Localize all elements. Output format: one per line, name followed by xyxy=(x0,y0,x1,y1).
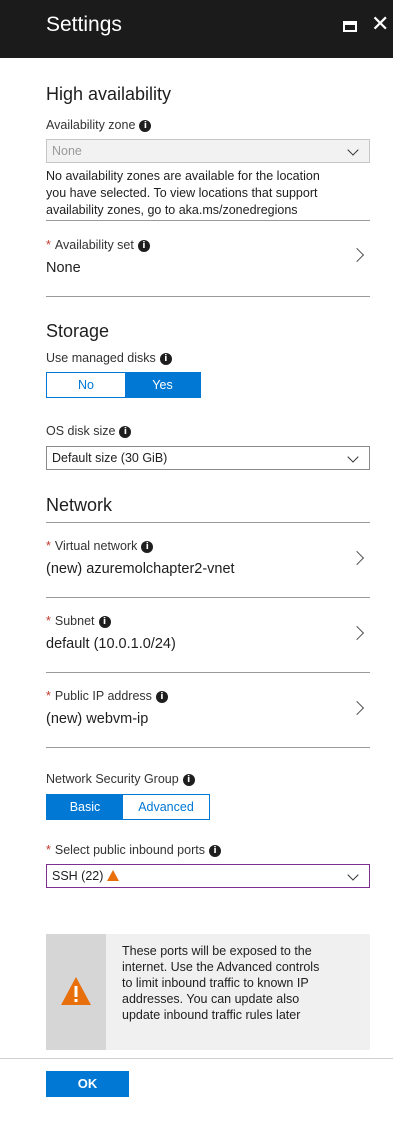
inbound-ports-value: SSH (22) xyxy=(52,869,104,883)
inbound-ports-dropdown[interactable]: SSH (22) xyxy=(46,864,370,888)
divider xyxy=(46,220,370,221)
availability-zone-note: No availability zones are available for … xyxy=(46,168,376,219)
managed-disks-yes-option[interactable]: Yes xyxy=(125,373,200,397)
info-icon[interactable]: i xyxy=(182,774,195,786)
warning-icon xyxy=(61,977,91,1005)
info-icon[interactable]: i xyxy=(141,541,154,553)
nsg-basic-option[interactable]: Basic xyxy=(47,795,123,819)
required-asterisk: * xyxy=(46,238,51,252)
nsg-toggle[interactable]: Basic Advanced xyxy=(46,794,210,820)
info-icon[interactable]: i xyxy=(159,353,172,365)
availability-zone-label: Availability zone i xyxy=(46,118,152,132)
chevron-right-icon xyxy=(349,550,365,566)
public-ip-label: * Public IP address i xyxy=(46,689,168,703)
public-ip-value: (new) webvm-ip xyxy=(46,711,149,727)
nsg-label-text: Network Security Group xyxy=(46,772,179,786)
section-title-network: Network xyxy=(46,495,113,515)
subnet-label: * Subnet i xyxy=(46,614,111,628)
virtual-network-value: (new) azuremolchapter2-vnet xyxy=(46,561,235,577)
availability-set-row[interactable]: * Availability set i None xyxy=(46,222,370,296)
managed-disks-label-text: Use managed disks xyxy=(46,351,156,365)
info-icon[interactable]: i xyxy=(208,845,221,857)
availability-zone-link[interactable]: availability zones, go to aka.ms/zonedre… xyxy=(46,202,376,219)
nsg-advanced-option[interactable]: Advanced xyxy=(123,795,209,819)
warning-callout-line: addresses. You can update also xyxy=(122,992,300,1006)
managed-disks-label: Use managed disks i xyxy=(46,351,172,365)
warning-callout-text: These ports will be exposed to the inter… xyxy=(122,943,362,1023)
required-asterisk: * xyxy=(46,614,51,628)
warning-callout-line: update inbound traffic rules later xyxy=(122,1008,301,1022)
warning-callout-line: to limit inbound traffic to known IP xyxy=(122,976,309,990)
subnet-row[interactable]: * Subnet i default (10.0.1.0/24) xyxy=(46,598,370,672)
subnet-value: default (10.0.1.0/24) xyxy=(46,636,176,652)
managed-disks-no-option[interactable]: No xyxy=(47,373,125,397)
info-icon[interactable]: i xyxy=(119,426,132,438)
availability-zone-dropdown: None xyxy=(46,139,370,163)
chevron-down-icon xyxy=(347,869,359,881)
availability-zone-note-line: you have selected. To view locations tha… xyxy=(46,186,318,200)
chevron-right-icon xyxy=(349,247,365,263)
close-icon[interactable]: ✕ xyxy=(371,13,389,35)
os-disk-size-label: OS disk size i xyxy=(46,424,132,438)
availability-set-label-text: Availability set xyxy=(54,238,134,252)
public-ip-label-text: Public IP address xyxy=(54,689,152,703)
availability-zone-label-text: Availability zone xyxy=(46,118,136,132)
nsg-label: Network Security Group i xyxy=(46,772,195,786)
info-icon[interactable]: i xyxy=(137,240,150,252)
divider xyxy=(46,296,370,297)
warning-callout: These ports will be exposed to the inter… xyxy=(46,934,370,1050)
virtual-network-row[interactable]: * Virtual network i (new) azuremolchapter2… xyxy=(46,523,370,597)
os-disk-size-label-text: OS disk size xyxy=(46,424,116,438)
chevron-down-icon xyxy=(347,451,359,463)
info-icon[interactable]: i xyxy=(139,120,152,132)
info-icon[interactable]: i xyxy=(155,691,168,703)
warning-callout-line: internet. Use the Advanced controls xyxy=(122,960,320,974)
availability-zone-value: None xyxy=(52,144,82,158)
blade-title: Settings xyxy=(46,13,122,36)
maximize-icon[interactable] xyxy=(343,21,357,32)
required-asterisk: * xyxy=(46,689,51,703)
blade-header: Settings ✕ xyxy=(0,0,393,58)
footer-divider xyxy=(0,1058,393,1059)
availability-zone-note-line: No availability zones are available for … xyxy=(46,169,320,183)
inbound-ports-label-text: Select public inbound ports xyxy=(54,843,205,857)
chevron-right-icon xyxy=(349,625,365,641)
availability-set-value: None xyxy=(46,260,81,276)
section-title-high-availability: High availability xyxy=(46,84,172,104)
os-disk-size-dropdown[interactable]: Default size (30 GiB) xyxy=(46,446,370,470)
managed-disks-toggle[interactable]: No Yes xyxy=(46,372,201,398)
required-asterisk: * xyxy=(46,843,51,857)
public-ip-row[interactable]: * Public IP address i (new) webvm-ip xyxy=(46,673,370,747)
subnet-label-text: Subnet xyxy=(54,614,95,628)
divider xyxy=(46,747,370,748)
warning-callout-iconbox xyxy=(46,934,106,1050)
os-disk-size-value: Default size (30 GiB) xyxy=(52,451,168,465)
section-title-storage: Storage xyxy=(46,321,110,341)
ok-button[interactable]: OK xyxy=(46,1071,129,1097)
virtual-network-label-text: Virtual network xyxy=(54,539,138,553)
required-asterisk: * xyxy=(46,539,51,553)
warning-callout-line: These ports will be exposed to the xyxy=(122,944,312,958)
chevron-down-icon xyxy=(347,144,359,156)
inbound-ports-label: * Select public inbound ports i xyxy=(46,843,221,857)
virtual-network-label: * Virtual network i xyxy=(46,539,154,553)
warning-icon xyxy=(107,870,120,881)
availability-set-label: * Availability set i xyxy=(46,238,150,252)
info-icon[interactable]: i xyxy=(98,616,111,628)
chevron-right-icon xyxy=(349,700,365,716)
